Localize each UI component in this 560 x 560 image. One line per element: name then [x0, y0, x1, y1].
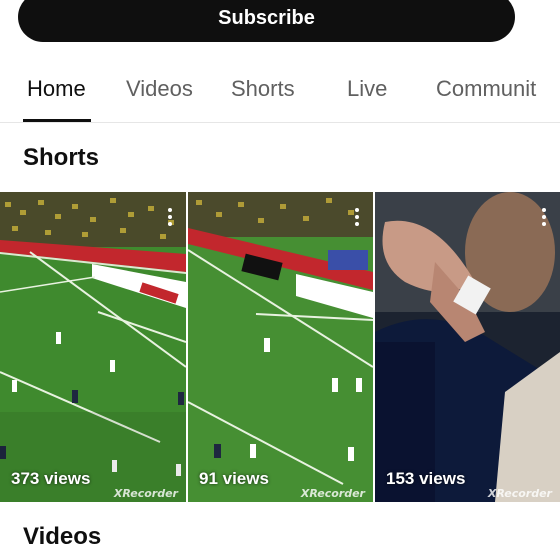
tab-community[interactable]: Communit [436, 76, 536, 102]
watermark: XRecorder [300, 487, 365, 500]
shorts-section-title: Shorts [23, 144, 100, 171]
short-card[interactable]: 373 views XRecorder [0, 192, 186, 502]
tab-home[interactable]: Home [27, 76, 86, 102]
channel-tabs: Home Videos Shorts Live Communit [0, 62, 560, 123]
tab-videos[interactable]: Videos [126, 76, 193, 102]
videos-section-title: Videos [23, 523, 102, 550]
active-tab-indicator [23, 119, 91, 122]
short-card[interactable]: 91 views XRecorder [188, 192, 373, 502]
more-options-icon[interactable] [167, 208, 173, 226]
short-thumbnail [188, 192, 373, 502]
watermark: XRecorder [487, 487, 552, 500]
short-thumbnail [375, 192, 560, 502]
short-views: 153 views [386, 469, 466, 488]
shorts-shelf: 373 views XRecorder 91 views XRecorder 1… [0, 192, 560, 502]
short-card[interactable]: 153 views XRecorder [375, 192, 560, 502]
watermark: XRecorder [113, 487, 178, 500]
short-views: 373 views [11, 469, 91, 488]
short-thumbnail [0, 192, 186, 502]
tab-live[interactable]: Live [347, 76, 387, 102]
subscribe-button[interactable]: Subscribe [18, 0, 515, 42]
more-options-icon[interactable] [541, 208, 547, 226]
more-options-icon[interactable] [354, 208, 360, 226]
short-views: 91 views [199, 469, 269, 488]
tab-shorts[interactable]: Shorts [231, 76, 295, 102]
